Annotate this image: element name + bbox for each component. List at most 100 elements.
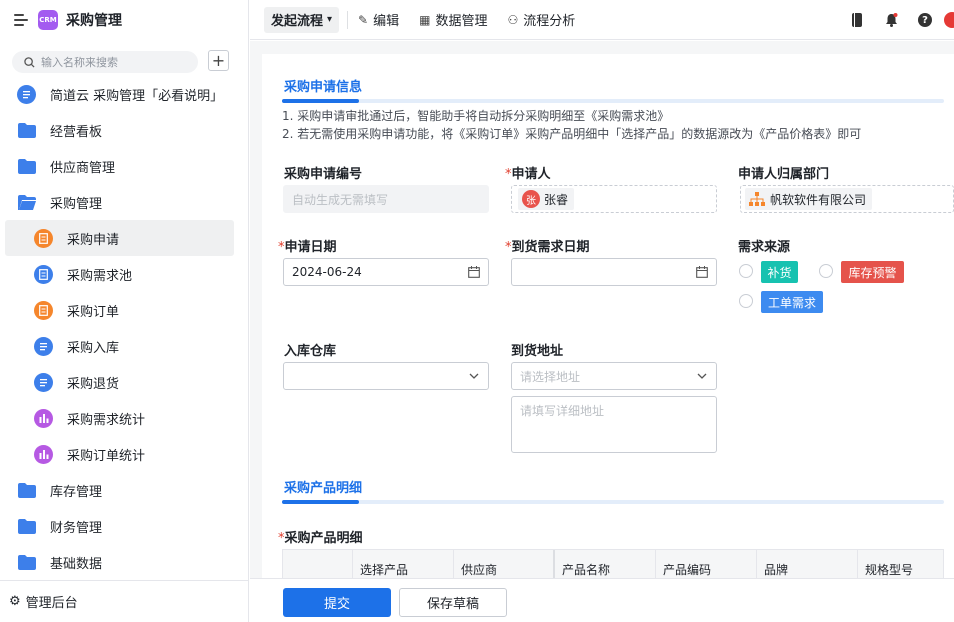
radio-replenish[interactable] xyxy=(739,264,753,278)
help-icon[interactable]: ? xyxy=(918,13,932,27)
sidebar-item-supplier[interactable]: 供应商管理 xyxy=(0,148,249,184)
arrive-date-field[interactable] xyxy=(511,258,717,286)
applicant-field[interactable]: 张 张睿 xyxy=(511,185,717,213)
address-detail-placeholder: 请填写详细地址 xyxy=(520,404,605,418)
address-label: 到货地址 xyxy=(511,344,564,359)
sidebar-item-finance[interactable]: 财务管理 xyxy=(0,508,249,544)
add-button[interactable]: + xyxy=(208,50,229,71)
product-detail-label: *采购产品明细 xyxy=(278,531,363,546)
sidebar-item-demand-pool[interactable]: 采购需求池 xyxy=(0,256,249,292)
folder-icon xyxy=(17,553,36,572)
edit-button[interactable]: ✎ 编辑 xyxy=(358,10,400,30)
apply-no-field: 自动生成无需填写 xyxy=(283,185,489,213)
pencil-icon: ✎ xyxy=(358,12,369,27)
topbar: 发起流程 ▾ ✎ 编辑 ▦ 数据管理 ⚇ 流程分析 ? xyxy=(250,0,954,40)
sidebar-item-inventory[interactable]: 库存管理 xyxy=(0,472,249,508)
user-avatar[interactable] xyxy=(944,12,954,28)
search-input[interactable]: 输入名称来搜索 xyxy=(12,51,198,73)
sidebar-item-label: 库存管理 xyxy=(50,484,103,500)
sidebar-item-guide[interactable]: 简道云 采购管理「必看说明」 xyxy=(0,76,249,112)
tag-stock-alert[interactable]: 库存预警 xyxy=(841,261,904,283)
sidebar-item-label: 供应商管理 xyxy=(50,160,116,176)
address-placeholder: 请选择地址 xyxy=(520,369,581,384)
section-divider xyxy=(282,500,944,504)
sidebar-item-label: 采购需求统计 xyxy=(67,412,146,428)
search-placeholder: 输入名称来搜索 xyxy=(41,56,118,69)
folder-icon xyxy=(17,481,36,500)
gear-icon: ⚙ xyxy=(9,594,21,609)
form-footer: 提交 保存草稿 xyxy=(250,578,954,622)
applicant-chip: 张 张睿 xyxy=(518,188,575,210)
chart-icon xyxy=(34,444,53,464)
section-divider xyxy=(282,99,944,103)
folder-icon xyxy=(17,517,36,536)
chevron-down-icon xyxy=(469,373,479,379)
flow-icon: ⚇ xyxy=(507,12,519,27)
app-logo: CRM xyxy=(38,10,58,30)
sidebar-item-return[interactable]: 采购退货 xyxy=(0,364,249,400)
sidebar-item-order-stats[interactable]: 采购订单统计 xyxy=(0,436,249,472)
section-title-request: 采购申请信息 xyxy=(284,80,363,95)
folder-icon xyxy=(17,121,36,140)
search-icon xyxy=(24,56,35,68)
sidebar-item-label: 财务管理 xyxy=(50,520,103,536)
admin-console-label: 管理后台 xyxy=(25,596,78,611)
tag-replenish[interactable]: 补货 xyxy=(761,261,798,283)
toolbar-divider xyxy=(347,10,349,29)
arrive-date-label: *到货需求日期 xyxy=(505,240,590,255)
source-label: 需求来源 xyxy=(738,240,791,255)
sidebar-item-label: 采购需求池 xyxy=(67,268,133,284)
apply-date-value: 2024-06-24 xyxy=(292,265,362,279)
sidebar-item-purchase-request[interactable]: 采购申请 xyxy=(5,220,234,256)
app-root: CRM 采购管理 输入名称来搜索 + 简道云 采购管理「必看说明」 经营看板 供… xyxy=(0,0,954,622)
data-manage-button[interactable]: ▦ 数据管理 xyxy=(419,10,487,30)
sidebar-item-label: 采购订单统计 xyxy=(67,448,146,464)
sidebar-item-label: 采购管理 xyxy=(50,196,103,212)
sidebar-item-basedata[interactable]: 基础数据 xyxy=(0,544,249,580)
flow-analysis-button[interactable]: ⚇ 流程分析 xyxy=(507,10,576,30)
address-select[interactable]: 请选择地址 xyxy=(511,362,717,390)
form-icon xyxy=(34,300,53,320)
topbar-right: ? xyxy=(830,0,954,40)
sidebar-item-label: 采购退货 xyxy=(67,376,120,392)
calendar-icon xyxy=(696,266,708,278)
sidebar-item-order[interactable]: 采购订单 xyxy=(0,292,249,328)
chart-icon xyxy=(34,408,53,428)
form-content: 采购申请信息 1. 采购申请审批通过后，智能助手将自动拆分采购明细至《采购需求池… xyxy=(250,41,954,622)
dept-name: 帆软软件有限公司 xyxy=(770,192,867,207)
start-flow-button[interactable]: 发起流程 ▾ xyxy=(264,6,340,33)
instruction-note-2: 2. 若无需使用采购申请功能，将《采购订单》采购产品明细中「选择产品」的数据源改… xyxy=(282,127,862,141)
form-card: 采购申请信息 1. 采购申请审批通过后，智能助手将自动拆分采购明细至《采购需求池… xyxy=(262,54,954,622)
radio-stock-alert[interactable] xyxy=(819,264,833,278)
app-name: 采购管理 xyxy=(66,13,122,29)
sidebar-item-inbound[interactable]: 采购入库 xyxy=(0,328,249,364)
bell-icon[interactable] xyxy=(884,13,898,27)
sidebar: CRM 采购管理 输入名称来搜索 + 简道云 采购管理「必看说明」 经营看板 供… xyxy=(0,0,249,622)
save-draft-button[interactable]: 保存草稿 xyxy=(399,588,507,617)
sidebar-item-dashboard[interactable]: 经营看板 xyxy=(0,112,249,148)
dept-chip: 帆软软件有限公司 xyxy=(745,188,873,210)
address-detail-textarea[interactable]: 请填写详细地址 xyxy=(511,396,717,453)
sidebar-item-label: 经营看板 xyxy=(50,124,103,140)
start-flow-label: 发起流程 xyxy=(271,14,324,29)
warehouse-label: 入库仓库 xyxy=(284,344,337,359)
sidebar-item-label: 基础数据 xyxy=(50,556,103,572)
sidebar-item-demand-stats[interactable]: 采购需求统计 xyxy=(0,400,249,436)
instruction-note-1: 1. 采购申请审批通过后，智能助手将自动拆分采购明细至《采购需求池》 xyxy=(282,109,670,123)
menu-icon[interactable] xyxy=(14,14,28,26)
apply-date-label: *申请日期 xyxy=(278,240,337,255)
tag-work-order[interactable]: 工单需求 xyxy=(761,291,823,313)
flow-analysis-label: 流程分析 xyxy=(523,14,576,29)
apply-date-field[interactable]: 2024-06-24 xyxy=(283,258,489,286)
sidebar-item-label: 简道云 采购管理「必看说明」 xyxy=(50,88,224,104)
radio-work-order[interactable] xyxy=(739,294,753,308)
edit-label: 编辑 xyxy=(373,14,400,29)
submit-button[interactable]: 提交 xyxy=(283,588,391,617)
sidebar-item-purchase[interactable]: 采购管理 xyxy=(0,184,249,220)
dept-field[interactable]: 帆软软件有限公司 xyxy=(740,185,954,213)
book-icon[interactable] xyxy=(850,13,864,27)
sidebar-header: CRM 采购管理 xyxy=(0,0,249,40)
sidebar-item-label: 采购入库 xyxy=(67,340,120,356)
warehouse-select[interactable] xyxy=(283,362,489,390)
admin-console-link[interactable]: ⚙ 管理后台 xyxy=(0,580,249,622)
